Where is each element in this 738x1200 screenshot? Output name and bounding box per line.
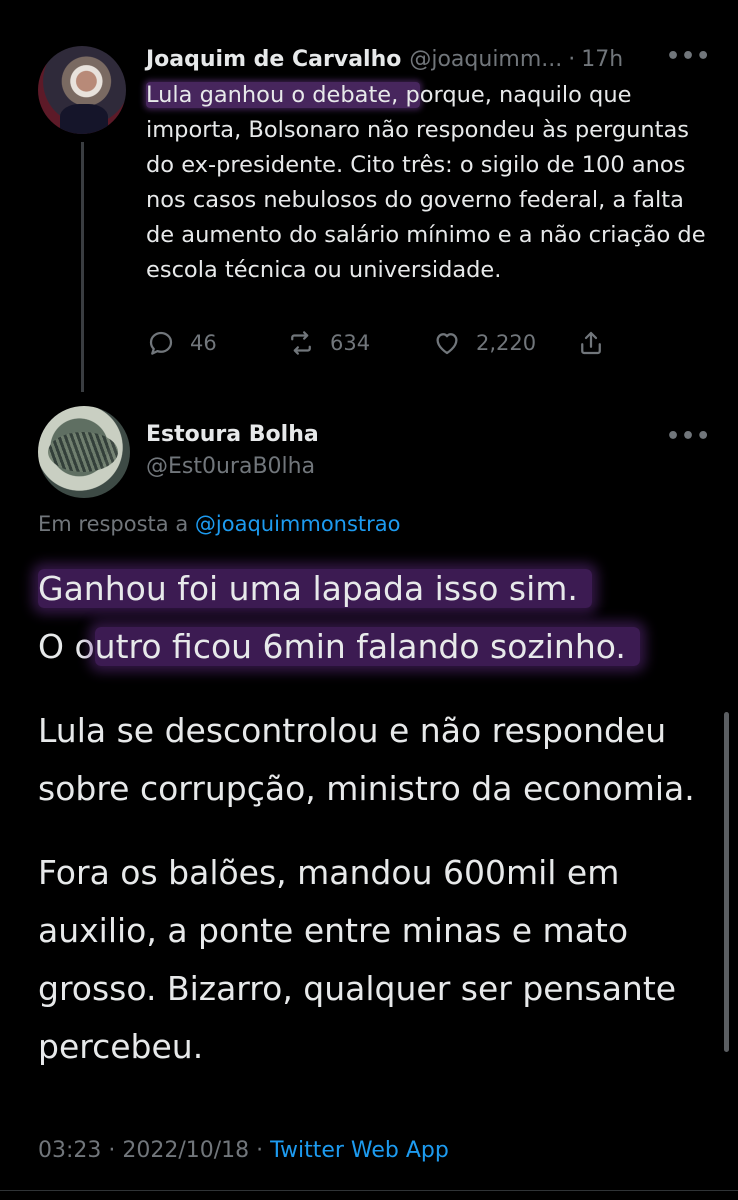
reply-count: 46	[190, 331, 217, 355]
highlighted-text: Ganhou foi uma lapada isso sim.	[38, 569, 592, 608]
reply-author-name[interactable]: Estoura Bolha	[146, 422, 319, 447]
author-name[interactable]: Joaquim de Carvalho	[146, 47, 401, 72]
thread-connector-line	[81, 142, 84, 392]
author-avatar[interactable]	[38, 46, 126, 134]
share-button[interactable]	[576, 322, 620, 364]
source-app-link[interactable]: Twitter Web App	[270, 1138, 449, 1163]
retweet-icon	[291, 331, 311, 355]
highlighted-text: Lula ganhou o debate, p	[146, 82, 420, 108]
reply-paragraph-2: Lula se descontrolou e não respondeu sob…	[38, 711, 695, 808]
tweet-meta-footer: 03:23 · 2022/10/18 · Twitter Web App	[38, 1138, 449, 1163]
replying-to-handle-link[interactable]: @joaquimmonstrao	[195, 512, 401, 536]
reply-icon	[149, 331, 173, 355]
retweet-count: 634	[330, 331, 371, 355]
replying-to-line: Em resposta a @joaquimmonstrao	[38, 512, 401, 536]
reply-author-handle[interactable]: @Est0uraB0lha	[146, 454, 315, 479]
tweet-time[interactable]: 17h	[581, 47, 623, 72]
tweet-actions: 46 634 2,220	[146, 322, 646, 364]
highlighted-text: utro ficou 6min falando sozinho.	[94, 627, 640, 666]
divider	[0, 1190, 738, 1191]
like-count: 2,220	[476, 331, 537, 355]
tweet-timestamp[interactable]: 03:23 · 2022/10/18 ·	[38, 1138, 263, 1163]
reply-author-avatar[interactable]	[38, 406, 130, 498]
reply-more-options-icon[interactable]: •••	[666, 424, 711, 449]
heart-icon	[436, 333, 458, 355]
reply-line-2: O outro ficou 6min falando sozinho.	[38, 618, 708, 676]
reply-line-2-plain: O o	[38, 627, 95, 666]
reply-button[interactable]: 46	[146, 322, 217, 364]
parent-tweet-text: Lula ganhou o debate, porque, naquilo qu…	[146, 78, 716, 288]
parent-tweet-header: Joaquim de Carvalho @joaquimm... · 17h	[146, 42, 706, 76]
reply-tweet-text: Ganhou foi uma lapada isso sim. O outro …	[38, 560, 708, 1076]
more-options-icon[interactable]: •••	[666, 44, 711, 69]
reply-paragraph-3: Fora os balões, mandou 600mil em auxilio…	[38, 853, 677, 1066]
separator-dot: ·	[568, 46, 576, 72]
retweet-button[interactable]: 634	[286, 322, 370, 364]
scrollbar[interactable]	[724, 712, 729, 1052]
author-handle[interactable]: @joaquimm...	[409, 47, 562, 72]
tweet-text-rest: orque, naquilo que importa, Bolsonaro nã…	[146, 82, 706, 283]
replying-to-label: Em resposta a	[38, 512, 189, 536]
share-icon	[581, 331, 601, 355]
reply-line-1: Ganhou foi uma lapada isso sim.	[38, 560, 708, 618]
like-button[interactable]: 2,220	[432, 322, 536, 364]
